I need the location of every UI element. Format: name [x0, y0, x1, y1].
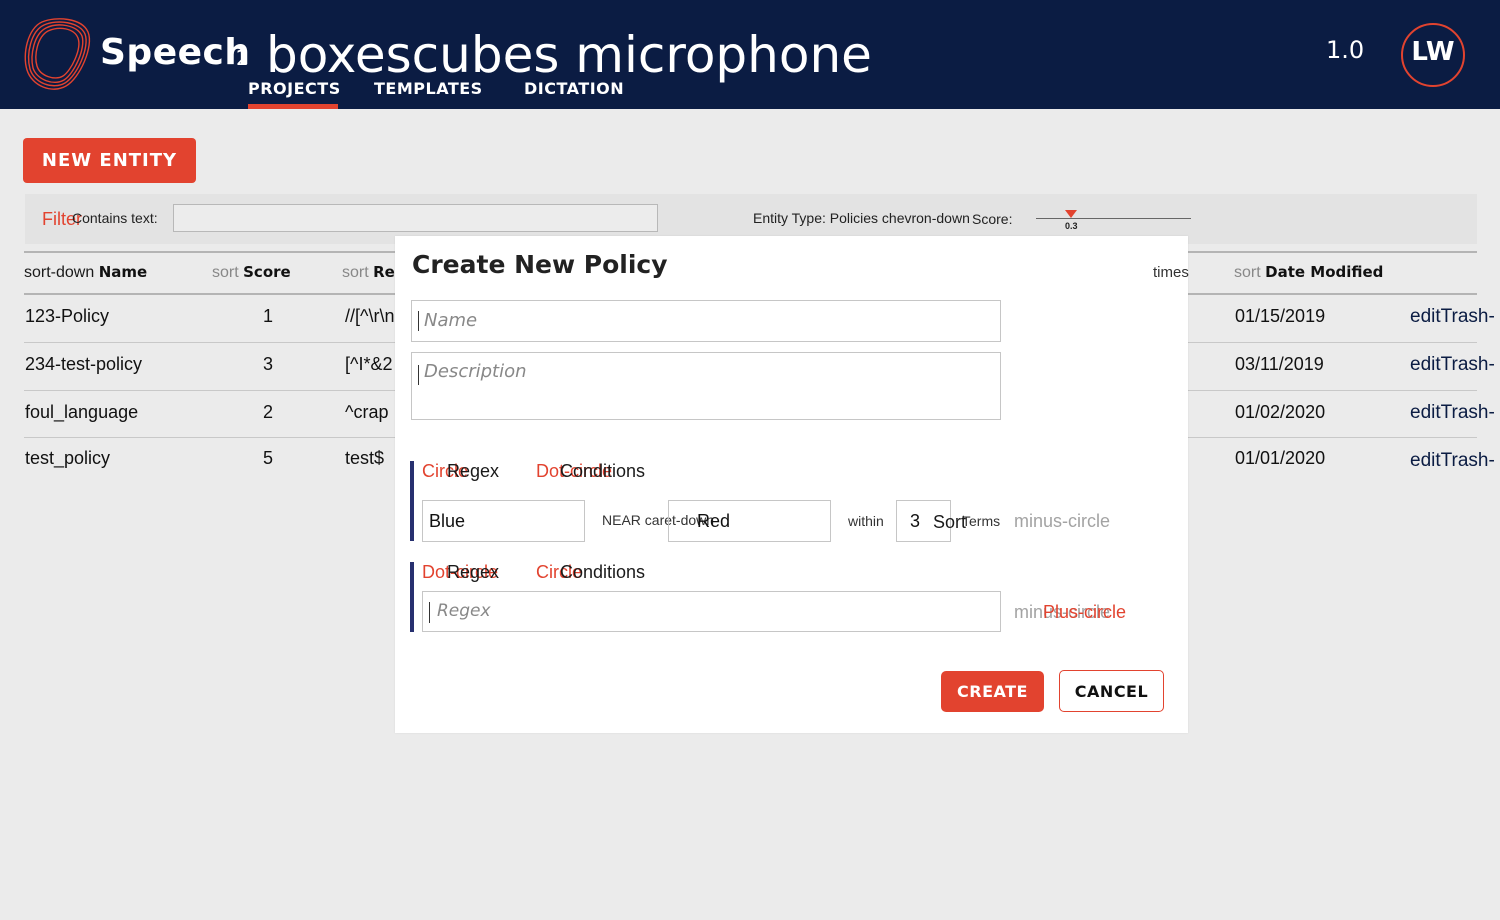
- brand-subscript: 2: [236, 46, 249, 70]
- edit-icon[interactable]: edit: [1410, 450, 1441, 471]
- terms-label: Terms: [962, 513, 1001, 529]
- sort-icon: sort: [212, 264, 239, 281]
- project-title: boxescubes microphone: [266, 26, 872, 84]
- row-actions: editTrash-: [1410, 402, 1495, 424]
- row-regex: [^I*&2: [345, 354, 393, 374]
- regex-option-label[interactable]: Regex: [447, 562, 499, 583]
- within-label: within: [848, 513, 884, 529]
- row-date: 01/01/2020: [1235, 448, 1326, 468]
- close-icon[interactable]: times: [1153, 264, 1189, 281]
- trash-icon[interactable]: Trash-: [1441, 306, 1495, 327]
- row-date: 03/11/2019: [1235, 354, 1324, 374]
- row-score: 2: [263, 402, 274, 422]
- sort-icon: sort: [342, 264, 369, 281]
- cancel-button[interactable]: CANCEL: [1059, 670, 1164, 712]
- row-score: 1: [263, 306, 274, 326]
- rule-group-bar: [410, 562, 414, 632]
- score-slider-handle[interactable]: [1065, 210, 1077, 218]
- column-header-score[interactable]: sort Score: [212, 263, 291, 282]
- row-score: 3: [263, 354, 274, 374]
- score-slider-track[interactable]: [1036, 218, 1191, 219]
- column-header-date-modified[interactable]: sort Date Modified: [1234, 263, 1383, 282]
- app-header: Speech 2 boxescubes microphone PROJECTS …: [0, 0, 1500, 109]
- version-label: 1.0: [1326, 36, 1365, 64]
- edit-icon[interactable]: edit: [1410, 354, 1441, 375]
- row-name: foul_language: [25, 402, 139, 422]
- row-date: 01/15/2019: [1235, 306, 1326, 326]
- score-slider-value: 0.3: [1065, 221, 1078, 231]
- rule-group-bar: [410, 461, 414, 541]
- nav-tab-templates[interactable]: TEMPLATES: [374, 79, 483, 98]
- new-entity-button[interactable]: NEW ENTITY: [23, 138, 196, 183]
- row-name: 234-test-policy: [25, 354, 143, 374]
- modal-title: Create New Policy: [412, 250, 668, 279]
- contains-text-label: Contains text:: [72, 210, 158, 226]
- speech-logo-icon: [24, 18, 90, 90]
- trash-icon[interactable]: Trash-: [1441, 402, 1495, 423]
- row-regex: ^crap: [345, 402, 389, 422]
- row-regex: //[^\r\n: [345, 306, 395, 326]
- row-actions: editTrash-: [1410, 450, 1495, 472]
- score-label: Score:: [972, 211, 1013, 227]
- row-score: 5: [263, 448, 274, 468]
- trash-icon[interactable]: Trash-: [1441, 450, 1495, 471]
- policy-name-input[interactable]: Name: [411, 300, 1001, 342]
- column-header-regex[interactable]: sort Re: [342, 263, 395, 282]
- contains-text-input[interactable]: [173, 204, 658, 232]
- row-actions: editTrash-: [1410, 354, 1495, 376]
- column-header-name[interactable]: sort-down Name: [24, 263, 147, 282]
- policy-description-input[interactable]: Description: [411, 352, 1001, 420]
- nav-active-indicator: [248, 104, 338, 109]
- condition-term-input[interactable]: Blue: [422, 500, 585, 542]
- entity-type-dropdown[interactable]: Entity Type: Policies chevron-down: [753, 210, 970, 226]
- sort-down-icon: sort-down: [24, 264, 95, 281]
- minus-circle-icon[interactable]: minus-circle: [1014, 511, 1110, 532]
- edit-icon[interactable]: edit: [1410, 306, 1441, 327]
- condition-term-input-2[interactable]: Red: [668, 500, 831, 542]
- microphone-icon: microphone: [575, 26, 872, 84]
- sort-icon: sort: [1234, 264, 1261, 281]
- trash-icon[interactable]: Trash-: [1441, 354, 1495, 375]
- nav-tab-projects[interactable]: PROJECTS: [248, 79, 341, 98]
- user-avatar[interactable]: LW: [1401, 23, 1465, 87]
- brand-name: Speech: [100, 32, 251, 73]
- row-date: 01/02/2020: [1235, 402, 1326, 422]
- regex-input[interactable]: Regex: [422, 591, 1001, 632]
- cubes-icon: cubes: [411, 26, 560, 84]
- create-button[interactable]: CREATE: [941, 671, 1044, 712]
- plus-circle-icon[interactable]: Plus-circle: [1043, 602, 1126, 623]
- row-regex: test$: [345, 448, 385, 468]
- boxes-icon: boxes: [266, 26, 412, 84]
- regex-option-label[interactable]: Regex: [447, 461, 499, 482]
- row-actions: editTrash-: [1410, 306, 1495, 328]
- row-name: test_policy: [25, 448, 111, 468]
- conditions-option-label[interactable]: Conditions: [560, 562, 645, 583]
- row-name: 123-Policy: [25, 306, 110, 326]
- nav-tab-dictation[interactable]: DICTATION: [524, 79, 624, 98]
- edit-icon[interactable]: edit: [1410, 402, 1441, 423]
- conditions-option-label[interactable]: Conditions: [560, 461, 645, 482]
